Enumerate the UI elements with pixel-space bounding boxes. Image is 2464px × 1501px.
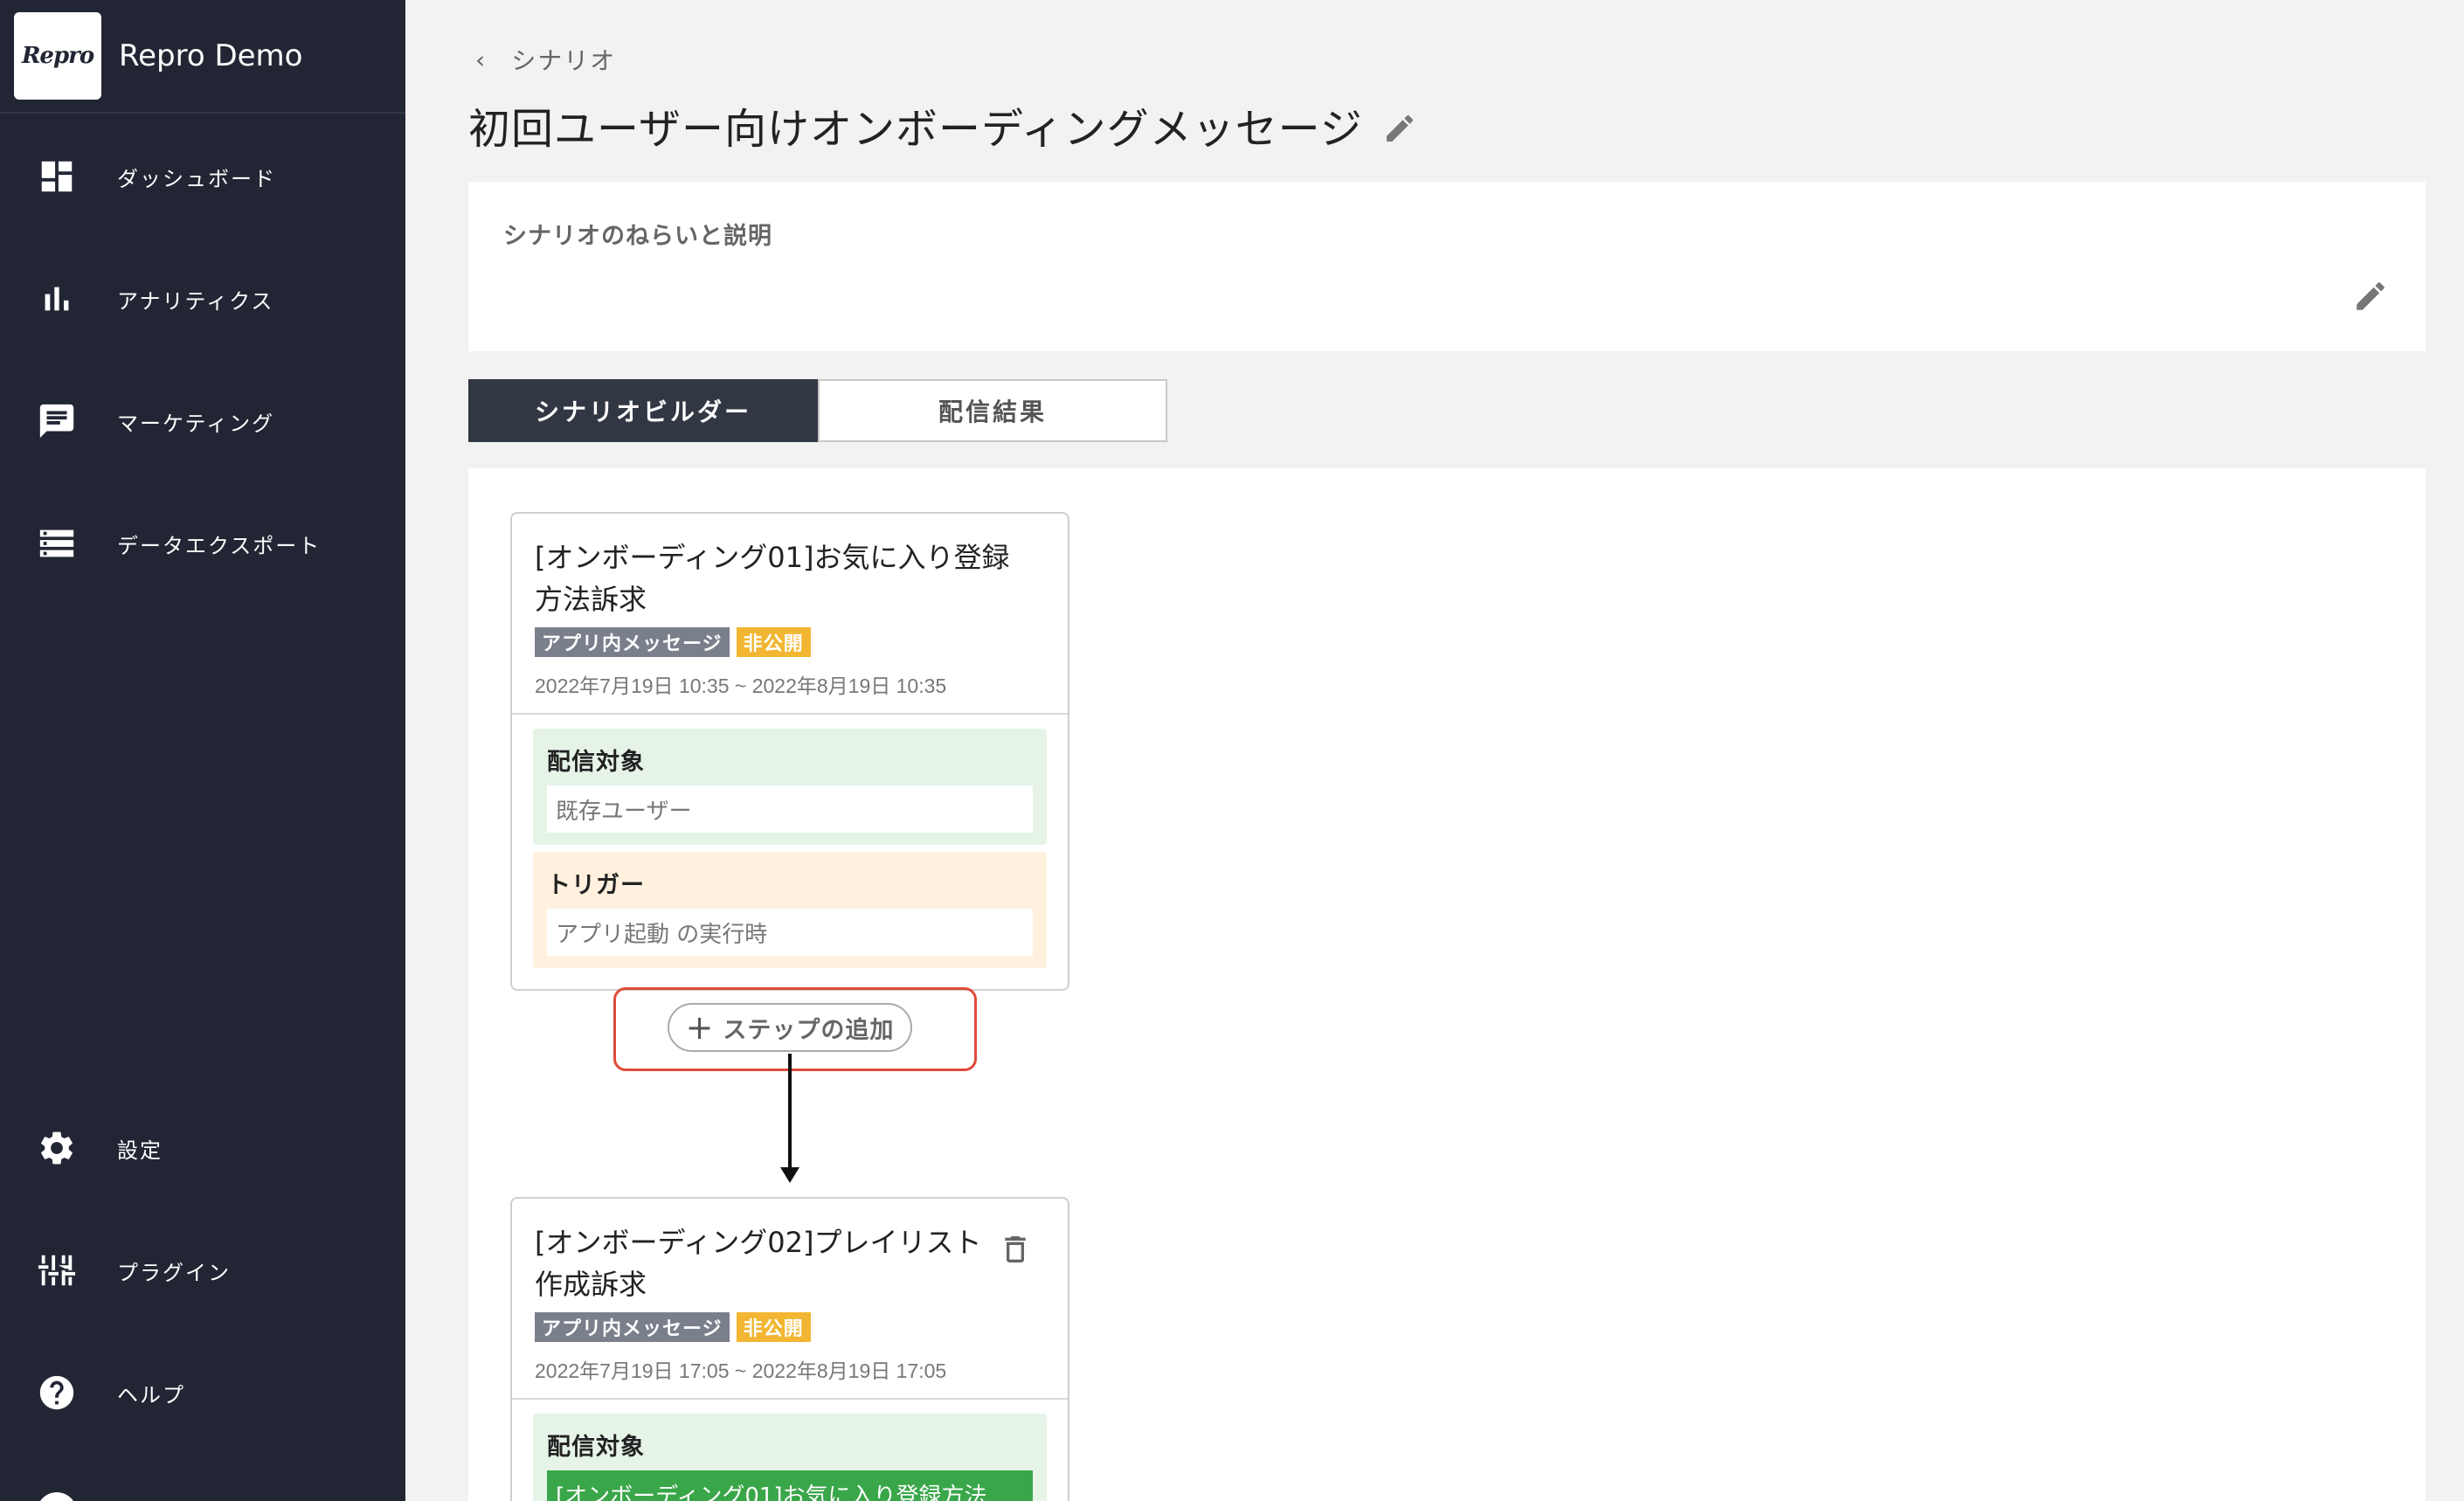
sidebar-header: Repro Repro Demo (0, 0, 405, 114)
sidebar-item-marketing[interactable]: マーケティング (0, 377, 405, 465)
app-logo[interactable]: Repro (14, 12, 101, 100)
sidebar-item-plugins[interactable]: プラグイン (0, 1227, 405, 1314)
edit-description-icon[interactable] (2352, 278, 2389, 315)
add-step-label: ステップの追加 (723, 1016, 895, 1044)
sidebar-item-label: アナリティクス (117, 288, 274, 314)
dashboard-icon (37, 156, 77, 197)
sidebar-item-settings[interactable]: 設定 (0, 1104, 405, 1192)
sidebar-item-label: プラグイン (117, 1260, 231, 1285)
sidebar-item-data-export[interactable]: データエクスポート (0, 500, 405, 587)
step-header: [オンボーディング01]お気に入り登録方法訴求 アプリ内メッセージ 非公開 20… (512, 514, 1068, 713)
target-label: 配信対象 (547, 1434, 645, 1461)
description-card: シナリオのねらいと説明 (468, 182, 2426, 351)
tab-delivery-results[interactable]: 配信結果 (818, 379, 1167, 442)
target-section[interactable]: 配信対象 [オンボーディング01]お気に入り登録方法 (533, 1414, 1047, 1501)
add-step-button[interactable]: + ステップの追加 (668, 1003, 912, 1052)
sidebar-item-help[interactable]: ヘルプ (0, 1349, 405, 1436)
step-badges: アプリ内メッセージ 非公開 (535, 627, 1045, 657)
step-connector-line (788, 1054, 792, 1174)
step-header: [オンボーディング02]プレイリスト作成訴求 アプリ内メッセージ 非公開 202… (512, 1199, 1068, 1398)
delete-step-icon[interactable] (998, 1230, 1033, 1269)
message-icon (37, 401, 77, 441)
scenario-canvas: [オンボーディング01]お気に入り登録方法訴求 アプリ内メッセージ 非公開 20… (468, 468, 2426, 1501)
target-label: 配信対象 (547, 749, 645, 776)
step-period: 2022年7月19日 17:05 ~ 2022年8月19日 17:05 (535, 1359, 947, 1382)
app-name[interactable]: Repro Demo (119, 38, 302, 73)
breadcrumb-label: シナリオ (511, 46, 617, 75)
step-title: [オンボーディング01]お気に入り登録方法訴求 (535, 541, 1010, 616)
main-content: ‹ シナリオ 初回ユーザー向けオンボーディングメッセージ シナリオのねらいと説明… (405, 0, 2464, 1501)
trigger-value: アプリ起動 の実行時 (547, 909, 1033, 956)
step-card[interactable]: [オンボーディング02]プレイリスト作成訴求 アプリ内メッセージ 非公開 202… (510, 1197, 1069, 1501)
sidebar-item-label: データエクスポート (117, 533, 322, 558)
tab-scenario-builder[interactable]: シナリオビルダー (468, 379, 818, 442)
page-title-text: 初回ユーザー向けオンボーディングメッセージ (468, 105, 1363, 154)
sidebar-item-label: ヘルプ (117, 1382, 185, 1408)
tab-bar: シナリオビルダー 配信結果 (468, 379, 1167, 442)
sidebar-item-analytics[interactable]: アナリティクス (0, 255, 405, 342)
user-avatar[interactable] (37, 1492, 77, 1501)
status-badge: 非公開 (736, 1312, 811, 1342)
bar-chart-icon (37, 279, 77, 319)
help-icon (37, 1373, 77, 1413)
step-period: 2022年7月19日 10:35 ~ 2022年8月19日 10:35 (535, 674, 947, 697)
message-type-badge: アプリ内メッセージ (535, 627, 730, 657)
sidebar-item-label: マーケティング (117, 411, 275, 436)
description-label: シナリオのねらいと説明 (503, 223, 772, 250)
edit-title-icon[interactable] (1382, 107, 1417, 142)
step-badges: アプリ内メッセージ 非公開 (535, 1312, 1045, 1342)
breadcrumb[interactable]: ‹ シナリオ (475, 42, 616, 77)
sidebar-item-dashboard[interactable]: ダッシュボード (0, 133, 405, 220)
message-type-badge: アプリ内メッセージ (535, 1312, 730, 1342)
plus-icon: + (685, 1008, 715, 1047)
list-icon (37, 523, 77, 564)
chevron-left-icon: ‹ (475, 45, 488, 74)
status-badge: 非公開 (736, 627, 811, 657)
step-card[interactable]: [オンボーディング01]お気に入り登録方法訴求 アプリ内メッセージ 非公開 20… (510, 512, 1069, 991)
target-value: 既存ユーザー (547, 785, 1033, 833)
step-body: 配信対象 [オンボーディング01]お気に入り登録方法 (512, 1400, 1068, 1501)
trigger-label: トリガー (547, 872, 645, 899)
sidebar-item-label: 設定 (117, 1138, 163, 1163)
step-body: 配信対象 既存ユーザー トリガー アプリ起動 の実行時 (512, 715, 1068, 989)
trigger-section[interactable]: トリガー アプリ起動 の実行時 (533, 852, 1047, 968)
plugin-icon (37, 1250, 77, 1290)
sidebar-item-label: ダッシュボード (117, 166, 276, 191)
target-value: [オンボーディング01]お気に入り登録方法 (547, 1470, 1033, 1501)
page-title: 初回ユーザー向けオンボーディングメッセージ (468, 94, 1417, 156)
gear-icon (37, 1128, 77, 1168)
target-section[interactable]: 配信対象 既存ユーザー (533, 729, 1047, 845)
sidebar: Repro Repro Demo ダッシュボード アナリティクス マーケティング… (0, 0, 405, 1501)
step-title: [オンボーディング02]プレイリスト作成訴求 (535, 1226, 982, 1301)
arrow-down-icon (780, 1167, 799, 1183)
